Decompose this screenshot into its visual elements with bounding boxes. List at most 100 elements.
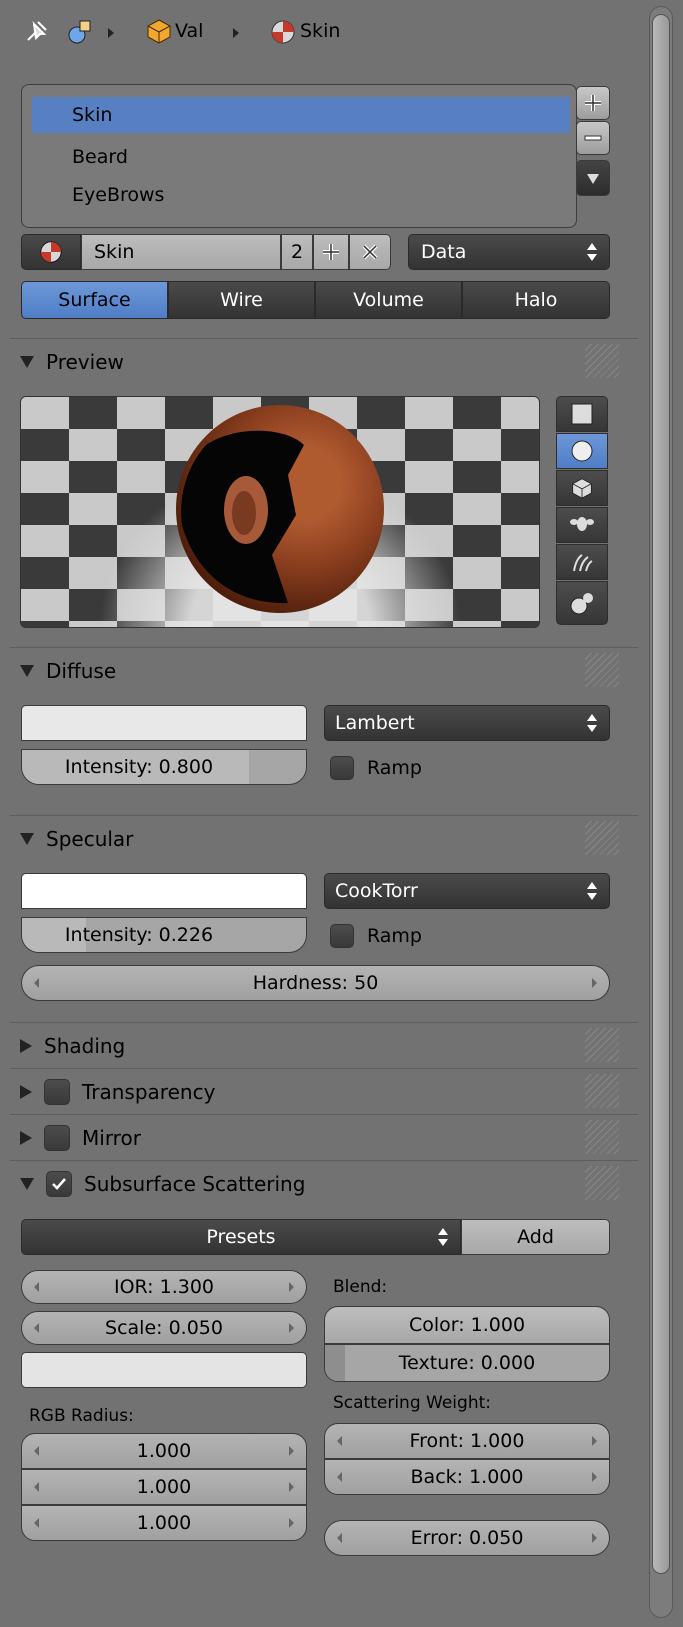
new-material-button[interactable] (313, 234, 349, 270)
diffuse-panel-header[interactable]: Diffuse (20, 651, 116, 691)
tab-halo[interactable]: Halo (462, 281, 610, 319)
panel-title: Subsurface Scattering (84, 1172, 306, 1196)
panel-drag-grip[interactable] (585, 821, 619, 855)
scrollbar-thumb[interactable] (652, 14, 670, 1574)
radius-b-field[interactable]: 1.000 (21, 1505, 307, 1541)
sss-checkbox[interactable] (46, 1171, 72, 1197)
sss-add-preset-button[interactable]: Add (461, 1219, 610, 1255)
tab-surface[interactable]: Surface (21, 281, 168, 319)
radius-g-field[interactable]: 1.000 (21, 1469, 307, 1505)
diffuse-color-swatch[interactable] (21, 705, 307, 741)
panel-title: Specular (46, 827, 134, 851)
panel-separator (10, 647, 638, 648)
panel-title: Preview (46, 350, 124, 374)
shader-value: Lambert (335, 712, 415, 734)
material-sphere-icon (40, 241, 62, 263)
updown-icon (438, 1228, 448, 1246)
slot-item-eyebrows[interactable]: EyeBrows (32, 177, 580, 213)
specular-shader-select[interactable]: CookTorr (324, 873, 610, 909)
specular-ramp-checkbox[interactable] (330, 924, 354, 948)
breadcrumb-arrow-icon (108, 28, 114, 38)
sss-color-swatch[interactable] (21, 1352, 307, 1388)
mirror-panel-header[interactable]: Mirror (20, 1118, 141, 1158)
breadcrumb-val[interactable]: Val (175, 20, 203, 42)
texture-blend-slider[interactable]: Texture: 0.000 (324, 1344, 610, 1382)
scale-field[interactable]: Scale: 0.050 (21, 1311, 307, 1345)
preview-sphere-button[interactable] (556, 433, 608, 469)
object-data-icon (66, 18, 94, 46)
transparency-checkbox[interactable] (44, 1079, 70, 1105)
pin-icon[interactable] (24, 18, 50, 44)
breadcrumb-skin[interactable]: Skin (300, 20, 340, 42)
material-browse-button[interactable] (21, 234, 81, 270)
radius-g-value: 1.000 (136, 1476, 192, 1498)
add-slot-button[interactable] (576, 86, 610, 120)
sss-panel-header[interactable]: Subsurface Scattering (20, 1164, 305, 1204)
slot-label: EyeBrows (72, 184, 165, 206)
increment-arrow-icon[interactable] (289, 1282, 294, 1292)
preview-cube-button[interactable] (556, 470, 608, 506)
panel-separator (10, 1022, 638, 1023)
increment-arrow-icon[interactable] (592, 1436, 597, 1446)
increment-arrow-icon[interactable] (592, 1533, 597, 1543)
expand-arrow-icon (20, 1039, 32, 1053)
rgb-radius-label: RGB Radius: (29, 1406, 134, 1426)
panel-title: Diffuse (46, 659, 117, 683)
increment-arrow-icon[interactable] (289, 1446, 294, 1456)
material-slot-list[interactable]: Skin Beard EyeBrows (21, 84, 577, 228)
texture-blend-label: Texture: 0.000 (398, 1352, 536, 1374)
front-weight-field[interactable]: Front: 1.000 (324, 1423, 610, 1459)
panel-drag-grip[interactable] (585, 1028, 619, 1062)
increment-arrow-icon[interactable] (289, 1323, 294, 1333)
panel-separator (10, 338, 638, 339)
tab-volume[interactable]: Volume (315, 281, 462, 319)
preview-hair-button[interactable] (556, 544, 608, 580)
increment-arrow-icon[interactable] (592, 978, 597, 988)
hardness-field[interactable]: Hardness: 50 (21, 965, 610, 1001)
scattering-weight-label: Scattering Weight: (333, 1393, 491, 1413)
increment-arrow-icon[interactable] (592, 1472, 597, 1482)
preview-flat-button[interactable] (556, 396, 608, 432)
error-field[interactable]: Error: 0.050 (324, 1520, 610, 1556)
preview-sphere-monkey-button[interactable] (556, 581, 608, 625)
back-weight-field[interactable]: Back: 1.000 (324, 1459, 610, 1495)
sphere-monkey-icon (570, 593, 593, 615)
panel-drag-grip[interactable] (585, 653, 619, 687)
sss-presets-menu[interactable]: Presets (21, 1219, 461, 1255)
diffuse-intensity-slider[interactable]: Intensity: 0.800 (21, 749, 307, 785)
material-name-field[interactable]: Skin (81, 234, 281, 270)
panel-drag-grip[interactable] (585, 1120, 619, 1154)
remove-slot-button[interactable] (576, 121, 610, 155)
tab-wire[interactable]: Wire (168, 281, 315, 319)
unlink-material-button[interactable] (349, 234, 391, 270)
slot-item-skin[interactable]: Skin (32, 97, 570, 133)
diffuse-ramp-checkbox[interactable] (330, 756, 354, 780)
increment-arrow-icon[interactable] (289, 1518, 294, 1528)
panel-drag-grip[interactable] (585, 344, 619, 378)
ior-field[interactable]: IOR: 1.300 (21, 1270, 307, 1304)
specular-panel-header[interactable]: Specular (20, 819, 133, 859)
color-blend-slider[interactable]: Color: 1.000 (324, 1306, 610, 1344)
transparency-panel-header[interactable]: Transparency (20, 1072, 215, 1112)
preview-monkey-button[interactable] (556, 507, 608, 543)
shading-panel-header[interactable]: Shading (20, 1026, 125, 1066)
material-users-count[interactable]: 2 (281, 234, 313, 270)
link-select[interactable]: Data (408, 234, 610, 270)
close-icon (362, 244, 378, 260)
specular-color-swatch[interactable] (21, 873, 307, 909)
radius-r-field[interactable]: 1.000 (21, 1433, 307, 1469)
diffuse-shader-select[interactable]: Lambert (324, 705, 610, 741)
material-name: Skin (94, 241, 135, 263)
preview-panel-header[interactable]: Preview (20, 342, 124, 382)
slider-label: Intensity: 0.226 (64, 924, 214, 946)
slot-specials-menu[interactable] (576, 160, 610, 196)
mirror-checkbox[interactable] (44, 1125, 70, 1151)
increment-arrow-icon[interactable] (289, 1482, 294, 1492)
panel-drag-grip[interactable] (585, 1166, 619, 1200)
panel-drag-grip[interactable] (585, 1074, 619, 1108)
mesh-icon (146, 18, 172, 44)
slot-item-beard[interactable]: Beard (32, 139, 580, 175)
specular-intensity-slider[interactable]: Intensity: 0.226 (21, 917, 307, 953)
slot-label: Skin (72, 104, 113, 126)
expand-arrow-icon (20, 1085, 32, 1099)
